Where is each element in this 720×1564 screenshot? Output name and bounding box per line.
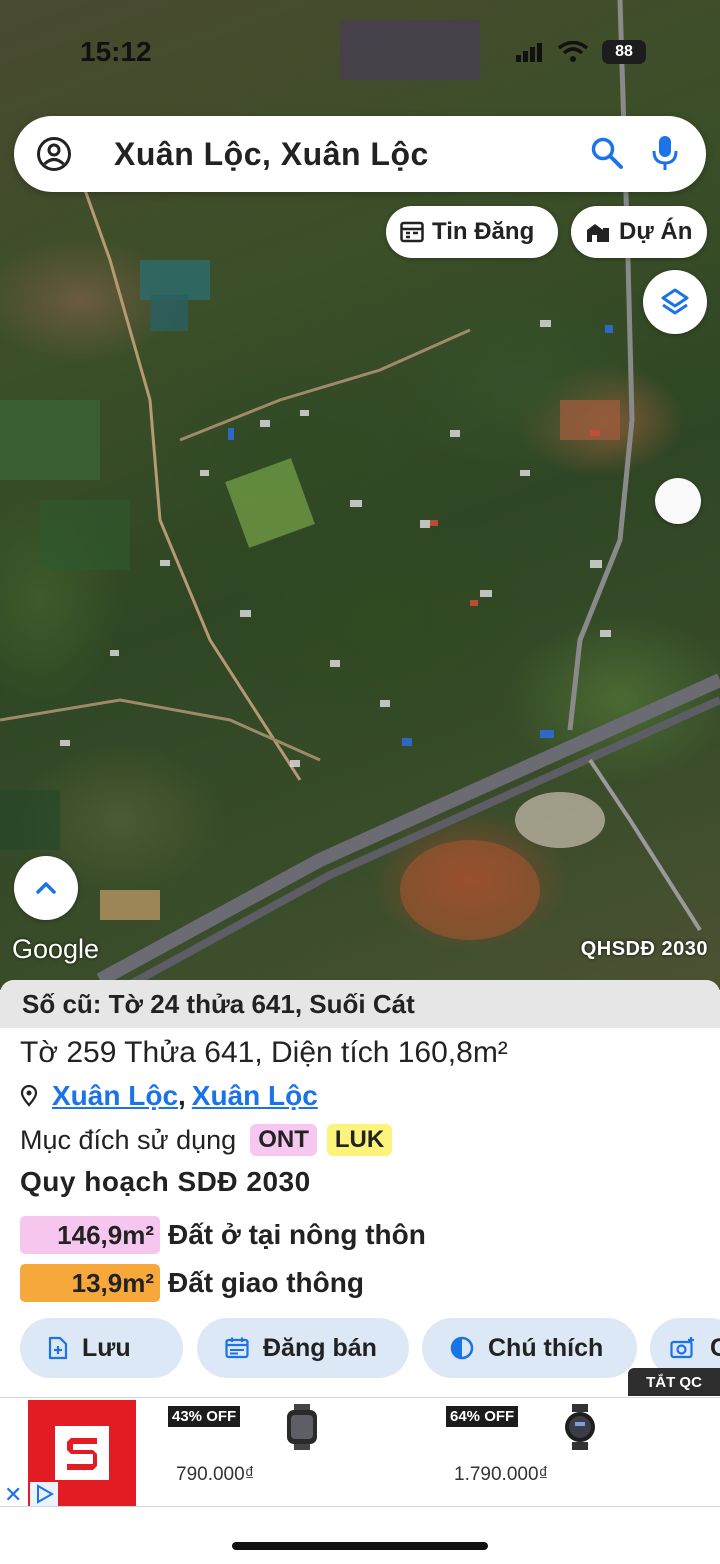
- contrast-icon: [450, 1336, 474, 1360]
- allocation-row: 146,9m² Đất ở tại nông thôn: [20, 1216, 426, 1254]
- product-price: 790.000₫: [176, 1464, 255, 1485]
- home-indicator[interactable]: [232, 1542, 488, 1550]
- ward-link[interactable]: Xuân Lộc: [52, 1080, 178, 1112]
- location-separator: ,: [178, 1080, 186, 1111]
- ad-choices-icon[interactable]: [30, 1482, 58, 1506]
- battery-indicator: 88: [602, 40, 646, 64]
- district-link[interactable]: Xuân Lộc: [192, 1080, 318, 1112]
- projects-chip-label: Dự Án: [619, 218, 693, 245]
- product-price: 1.790.000₫: [454, 1464, 549, 1485]
- parcel-location: Xuân Lộc , Xuân Lộc: [20, 1080, 318, 1112]
- smartwatch-icon: [565, 1404, 595, 1450]
- save-button-label: Lưu: [82, 1333, 131, 1362]
- building-icon: [587, 224, 609, 242]
- discount-badge: 64% OFF: [446, 1406, 519, 1427]
- planning-layer-badge: QHSDĐ 2030: [580, 938, 708, 960]
- save-button[interactable]: Lưu: [20, 1318, 183, 1378]
- calendar-icon: [225, 1337, 249, 1359]
- map-pin-icon: [20, 1085, 38, 1107]
- status-time: 15:12: [80, 36, 152, 67]
- search-query[interactable]: Xuân Lộc, Xuân Lộc: [114, 136, 429, 173]
- land-use-purpose: Mục đích sử dụng ONT LUK: [20, 1124, 393, 1156]
- parcel-info-panel: Số cũ: Tờ 24 thửa 641, Suối Cát Tờ 259 T…: [0, 980, 720, 1400]
- old-parcel-header: Số cũ: Tờ 24 thửa 641, Suối Cát: [0, 980, 720, 1028]
- land-use-tag-luk: LUK: [326, 1124, 393, 1156]
- legend-button[interactable]: Chú thích: [422, 1318, 637, 1378]
- smartwatch-icon: [287, 1404, 317, 1450]
- ad-product[interactable]: 64% OFF 1.790.000₫: [446, 1404, 646, 1504]
- account-icon[interactable]: [36, 136, 72, 172]
- post-for-sale-button[interactable]: Đăng bán: [197, 1318, 409, 1378]
- layers-button[interactable]: [643, 270, 707, 334]
- legend-button-label: Chú thích: [488, 1333, 604, 1362]
- allocation-area: 13,9m²: [20, 1264, 160, 1302]
- status-indicators: 88: [516, 40, 646, 64]
- chevron-up-icon: [36, 882, 56, 894]
- listings-chip[interactable]: Tin Đăng: [386, 206, 558, 258]
- land-use-tag-ont: ONT: [250, 1124, 317, 1156]
- photo-button-label: C: [710, 1333, 720, 1362]
- allocation-area: 146,9m²: [20, 1216, 160, 1254]
- search-icon[interactable]: [590, 136, 624, 170]
- purpose-label: Mục đích sử dụng: [20, 1124, 237, 1155]
- allocation-description: Đất ở tại nông thôn: [168, 1219, 426, 1250]
- newspaper-icon: [400, 221, 424, 243]
- brand-s-logo-icon: [55, 1426, 109, 1480]
- parcel-details: Tờ 259 Thửa 641, Diện tích 160,8m²: [20, 1036, 508, 1069]
- wifi-icon: [558, 41, 588, 62]
- ad-product[interactable]: 43% OFF 790.000₫: [168, 1404, 368, 1504]
- allocation-row: 13,9m² Đất giao thông: [20, 1264, 364, 1302]
- ad-banner[interactable]: ✕ 43% OFF 790.000₫ 64% OFF 1.790.000₫: [0, 1397, 720, 1507]
- location-marker[interactable]: [655, 478, 701, 524]
- listings-chip-label: Tin Đăng: [432, 218, 535, 245]
- microphone-icon[interactable]: [648, 134, 682, 172]
- plan-title: Quy hoạch SDĐ 2030: [20, 1166, 311, 1197]
- allocation-description: Đất giao thông: [168, 1267, 364, 1298]
- status-bar: 15:12 88: [0, 0, 720, 100]
- discount-badge: 43% OFF: [168, 1406, 241, 1427]
- search-bar[interactable]: Xuân Lộc, Xuân Lộc: [14, 116, 706, 192]
- post-button-label: Đăng bán: [263, 1333, 377, 1362]
- add-photo-icon: [670, 1337, 694, 1359]
- projects-chip[interactable]: Dự Án: [571, 206, 707, 258]
- hide-ads-button[interactable]: TẮT QC: [628, 1368, 720, 1396]
- close-ad-icon[interactable]: ✕: [4, 1482, 22, 1508]
- cellular-signal-icon: [516, 43, 542, 62]
- add-file-icon: [48, 1336, 68, 1360]
- layers-icon: [661, 288, 689, 315]
- expand-panel-button[interactable]: [14, 856, 78, 920]
- google-logo: Google: [12, 934, 100, 964]
- map-view[interactable]: 15:12 88 Xuân Lộc, Xuân Lộc Tin Đăng Dự …: [0, 0, 720, 990]
